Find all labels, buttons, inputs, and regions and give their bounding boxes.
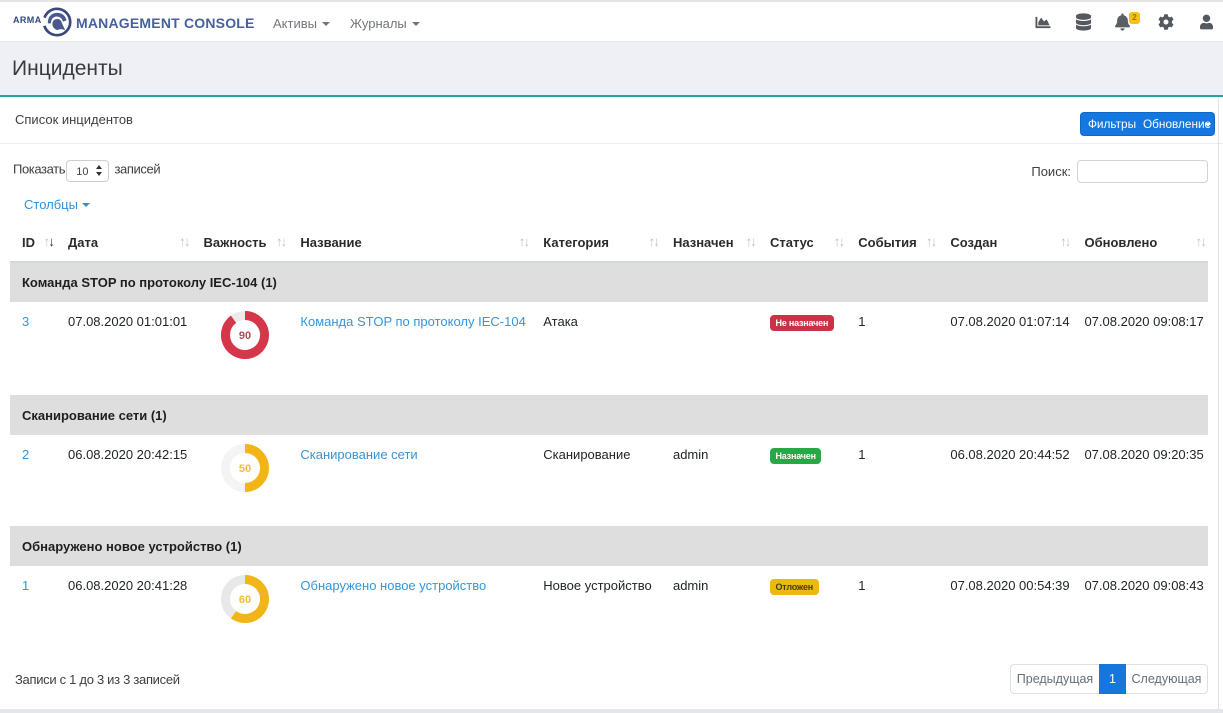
svg-text:90: 90 <box>239 330 251 342</box>
svg-text:50: 50 <box>239 463 251 475</box>
svg-text:60: 60 <box>239 594 251 606</box>
